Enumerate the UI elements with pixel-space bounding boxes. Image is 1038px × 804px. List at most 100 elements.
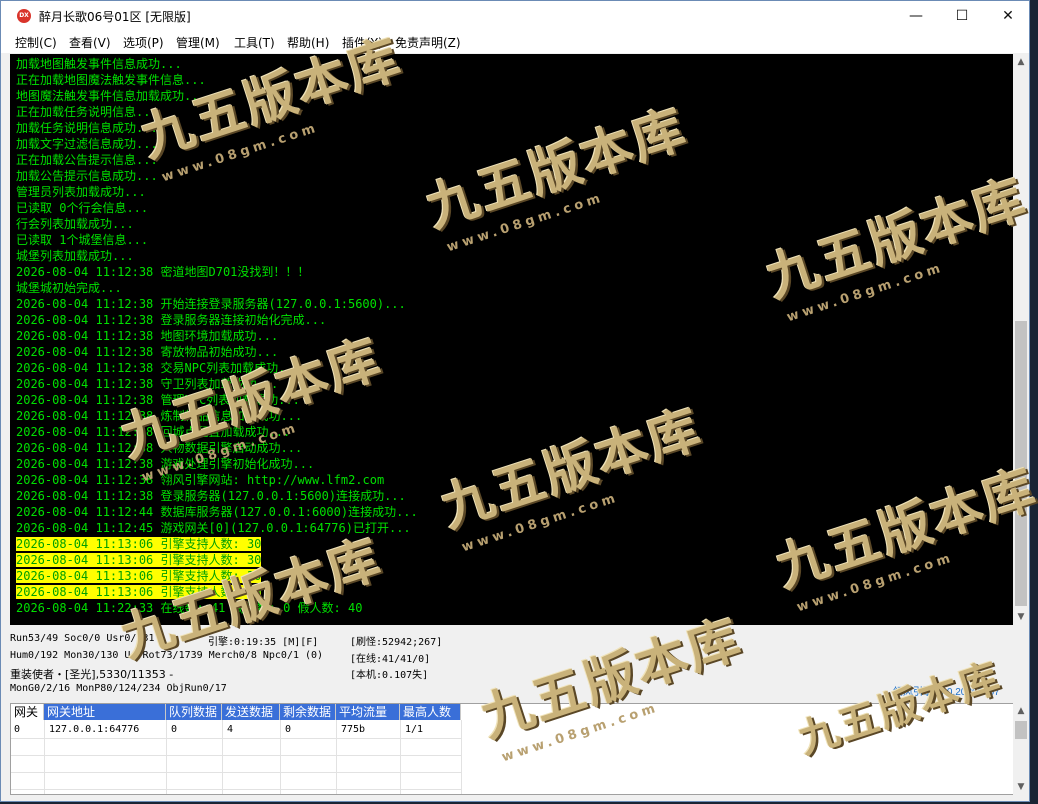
log-line: 2026-08-04 11:12:45 游戏网关[0](127.0.0.1:64… [16, 520, 411, 536]
title-bar[interactable]: DX 醉月长歌06号01区 [无限版] — ☐ ✕ [1, 1, 1029, 31]
log-line: 2026-08-04 11:13:06 引擎支持人数: 30 [16, 584, 262, 600]
close-icon: ✕ [1002, 8, 1014, 24]
table-scroll-thumb[interactable] [1015, 721, 1027, 739]
col-gate[interactable]: 网关 [11, 704, 44, 720]
log-line-text: 2026-08-04 11:22:33 在线数: 41 离线数: 0 假人数: … [16, 601, 363, 615]
log-line: 2026-08-04 11:12:38 翎风引擎网站: http://www.l… [16, 472, 384, 488]
col-send-data[interactable]: 发送数据 [222, 704, 280, 720]
menu-manage[interactable]: 管理(M) [176, 34, 220, 51]
window-title: 醉月长歌06号01区 [无限版] [39, 10, 191, 24]
log-line: 加载地图触发事件信息成功... [16, 56, 182, 72]
log-line-text: 2026-08-04 11:13:06 引擎支持人数: 30 [16, 569, 262, 583]
log-line: 行会列表加载成功... [16, 216, 134, 232]
grid-line [280, 720, 281, 794]
status-run: Run53/49 Soc0/0 Usr0/131 [10, 633, 155, 644]
log-line: 管理员列表加载成功... [16, 184, 146, 200]
log-line: 2026-08-04 11:12:38 管理NPC列表加载成功... [16, 392, 300, 408]
log-line-text: 2026-08-04 11:12:38 管理NPC列表加载成功... [16, 393, 300, 407]
grid-line [11, 772, 461, 773]
log-console[interactable]: 加载地图触发事件信息成功... 正在加载地图魔法触发事件信息... 地图魔法触发事件… [10, 54, 1013, 625]
menu-options[interactable]: 选项(P) [123, 34, 164, 51]
table-scrollbar[interactable]: ▲ ▼ [1013, 703, 1029, 795]
log-line-text: 城堡城初始完成... [16, 281, 122, 295]
log-line: 2026-08-04 11:12:38 交易NPC列表加载成功... [16, 360, 300, 376]
log-line: 2026-08-04 11:12:38 密道地图D701没找到！！！ [16, 264, 309, 280]
maximize-button[interactable]: ☐ [939, 1, 985, 31]
grid-line [11, 738, 461, 739]
log-line-text: 2026-08-04 11:12:38 登录服务器连接初始化完成... [16, 313, 327, 327]
log-scrollbar[interactable]: ▲ ▼ [1013, 54, 1029, 625]
menu-plugins[interactable]: 插件(Y) [342, 34, 383, 51]
status-panel: Run53/49 Soc0/0 Usr0/131 引擎:0:19:35 [M][… [10, 631, 1025, 701]
log-line: 已读取 0个行会信息... [16, 200, 148, 216]
log-line: 城堡列表加载成功... [16, 248, 134, 264]
menu-view[interactable]: 查看(V) [69, 34, 111, 51]
col-remain-data[interactable]: 剩余数据 [280, 704, 336, 720]
menu-control[interactable]: 控制(C) [15, 34, 57, 51]
log-line-text: 2026-08-04 11:12:38 翎风引擎网站: http://www.l… [16, 473, 385, 487]
log-line: 2026-08-04 11:12:38 守卫列表加载成功... [16, 376, 278, 392]
status-item: 重装使者・[圣光],5330/11353 - [10, 668, 174, 681]
log-line-text: 2026-08-04 11:13:06 引擎支持人数: 30 [16, 585, 262, 599]
log-line: 2026-08-04 11:22:33 在线数: 41 离线数: 0 假人数: … [16, 600, 362, 616]
log-line-text: 2026-08-04 11:12:38 炼制物品信息加载成功... [16, 409, 303, 423]
log-line-text: 行会列表加载成功... [16, 217, 134, 231]
col-avg-traffic[interactable]: 平均流量 [336, 704, 400, 720]
log-line: 正在加载地图魔法触发事件信息... [16, 72, 206, 88]
gate-table: 网关 网关地址 队列数据 发送数据 剩余数据 平均流量 最高人数 0 127.0… [10, 703, 1014, 795]
log-line-text: 2026-08-04 11:12:38 寄放物品初始成功... [16, 345, 279, 359]
log-line: 地图魔法触发事件信息加载成功... [16, 88, 206, 104]
scroll-up-icon[interactable]: ▲ [1013, 54, 1029, 70]
cell-avg-traffic: 775b [341, 724, 366, 735]
log-line-text: 2026-08-04 11:12:38 密道地图D701没找到！！！ [16, 265, 310, 279]
status-mong: MonG0/2/16 MonP80/124/234 ObjRun0/17 [10, 683, 227, 694]
grid-line [400, 720, 401, 794]
app-icon: DX [17, 9, 31, 23]
log-line: 2026-08-04 11:13:06 引擎支持人数: 30 [16, 552, 262, 568]
log-line: 2026-08-04 11:12:38 回城点配置加载成功... [16, 424, 290, 440]
table-scroll-up-icon[interactable]: ▲ [1013, 703, 1029, 719]
log-line: 2026-08-04 11:12:38 登录服务器连接初始化完成... [16, 312, 326, 328]
grid-line [222, 720, 223, 794]
log-line: 2026-08-04 11:12:38 登录服务器(127.0.0.1:5600… [16, 488, 406, 504]
log-line-text: 2026-08-04 11:12:38 回城点配置加载成功... [16, 425, 291, 439]
menu-help[interactable]: 帮助(H) [287, 34, 329, 51]
log-line-text: 已读取 0个行会信息... [16, 201, 149, 215]
minimize-button[interactable]: — [893, 1, 939, 31]
grid-line [11, 755, 461, 756]
minimize-icon: — [909, 8, 923, 24]
log-line-text: 2026-08-04 11:12:38 开始连接登录服务器(127.0.0.1:… [16, 297, 406, 311]
log-line: 2026-08-04 11:12:38 人物数据引擎启动成功... [16, 440, 302, 456]
menu-bar: 控制(C) 查看(V) 选项(P) 管理(M) 工具(T) 帮助(H) 插件(Y… [1, 31, 1029, 53]
col-queue-data[interactable]: 队列数据 [166, 704, 222, 720]
col-max-users[interactable]: 最高人数 [400, 704, 461, 720]
log-line: 2026-08-04 11:12:38 地图环境加载成功... [16, 328, 278, 344]
log-line: 已读取 1个城堡信息... [16, 232, 148, 248]
table-scroll-down-icon[interactable]: ▼ [1013, 779, 1029, 795]
cell-gate-address: 127.0.0.1:64776 [49, 724, 140, 735]
log-line: 2026-08-04 11:13:06 引擎支持人数: 30 [16, 568, 262, 584]
scroll-down-icon[interactable]: ▼ [1013, 609, 1029, 625]
log-line-text: 2026-08-04 11:12:38 游戏处理引擎初始化成功... [16, 457, 315, 471]
grid-line [336, 720, 337, 794]
status-engine-time: 引擎:0:19:35 [M][F] [208, 637, 319, 648]
log-line: 城堡城初始完成... [16, 280, 122, 296]
log-line-text: 加载文字过滤信息成功... [16, 137, 158, 151]
log-line-text: 加载任务说明信息成功... [16, 121, 158, 135]
log-line: 2026-08-04 11:12:38 炼制物品信息加载成功... [16, 408, 302, 424]
cell-max-users: 1/1 [405, 724, 424, 735]
menu-disclaimer[interactable]: 免责声明(Z) [395, 34, 461, 51]
col-gate-address[interactable]: 网关地址 [44, 704, 166, 720]
log-line-text: 已读取 1个城堡信息... [16, 233, 149, 247]
close-button[interactable]: ✕ [985, 1, 1031, 31]
grid-line [11, 789, 461, 790]
log-line-text: 2026-08-04 11:12:45 游戏网关[0](127.0.0.1:64… [16, 521, 411, 535]
menu-tools[interactable]: 工具(T) [234, 34, 275, 51]
log-line: 正在加载公告提示信息... [16, 152, 158, 168]
log-line-text: 正在加载公告提示信息... [16, 153, 158, 167]
scroll-thumb[interactable] [1015, 321, 1027, 606]
status-monster-refresh: [刷怪:52942;267] [350, 637, 443, 648]
log-line: 2026-08-04 11:12:38 寄放物品初始成功... [16, 344, 278, 360]
cell-gate: 0 [14, 724, 21, 735]
log-line-text: 加载地图触发事件信息成功... [16, 57, 182, 71]
